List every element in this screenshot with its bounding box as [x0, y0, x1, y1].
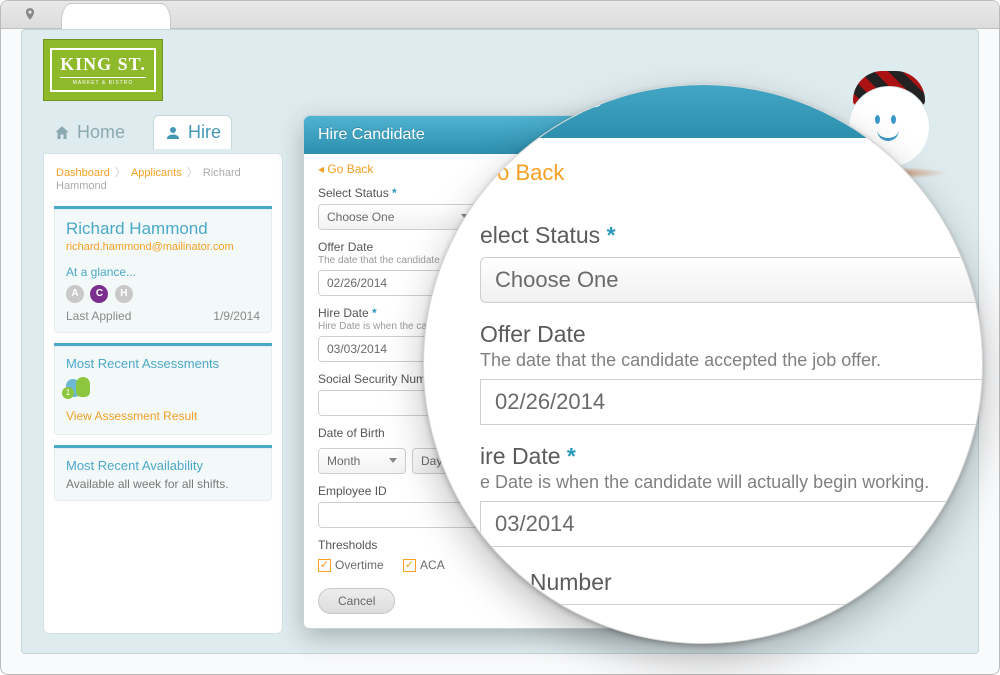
breadcrumb: Dashboard 〉 Applicants 〉 Richard Hammond	[44, 164, 282, 200]
badge-h: H	[115, 285, 133, 303]
zoom-hire-hint: e Date is when the candidate will actual…	[480, 472, 983, 493]
app-shell: KING ST. MARKET & BISTRO Home Hire Dashb…	[21, 29, 979, 654]
badge-a: A	[66, 285, 84, 303]
browser-tab[interactable]	[61, 3, 171, 29]
status-badges: A C H	[66, 283, 260, 303]
main-nav: Home Hire	[43, 115, 232, 149]
nav-hire[interactable]: Hire	[153, 115, 232, 149]
browser-tabbar	[1, 1, 999, 29]
home-icon	[53, 124, 71, 142]
availability-title: Most Recent Availability	[66, 458, 260, 473]
logo-subtitle: MARKET & BISTRO	[60, 77, 146, 86]
crumb-applicants[interactable]: Applicants	[131, 167, 182, 179]
nav-home-label: Home	[77, 122, 125, 143]
check-icon: ✓	[403, 559, 416, 572]
cancel-button[interactable]: Cancel	[318, 588, 395, 614]
company-logo: KING ST. MARKET & BISTRO	[43, 39, 163, 101]
assessments-title: Most Recent Assessments	[66, 356, 260, 371]
dob-month-select[interactable]: Month	[318, 448, 406, 474]
availability-text: Available all week for all shifts.	[66, 477, 260, 491]
applicant-name: Richard Hammond	[66, 219, 260, 239]
chevron-down-icon	[389, 458, 397, 463]
browser-frame: KING ST. MARKET & BISTRO Home Hire Dashb…	[0, 0, 1000, 675]
nav-home[interactable]: Home	[43, 116, 135, 149]
dob-month-value: Month	[327, 454, 360, 468]
overtime-checkbox[interactable]: ✓ Overtime	[318, 558, 384, 572]
view-assessment-link[interactable]: View Assessment Result	[66, 409, 197, 423]
zoom-ssn-label: urity Number	[480, 569, 983, 596]
zoom-status-select: Choose One	[480, 257, 983, 303]
crumb-dashboard[interactable]: Dashboard	[56, 167, 110, 179]
zoom-hire-label: ire Date	[480, 443, 983, 470]
applicant-card: Richard Hammond richard.hammond@mailinat…	[54, 206, 272, 333]
zoom-hire-input: 03/2014	[480, 501, 983, 547]
pin-icon	[23, 7, 37, 21]
zoom-offer-input: 02/26/2014	[480, 379, 983, 425]
status-value: Choose One	[327, 210, 394, 224]
zoom-lens: idate Go Back elect Status Choose One Of…	[423, 84, 983, 644]
logo-title: KING ST.	[60, 54, 146, 75]
zoom-dialog-title: idate	[423, 84, 983, 138]
go-back-link[interactable]: Go Back	[318, 162, 373, 176]
assessments-card: Most Recent Assessments 1 View Assessmen…	[54, 343, 272, 435]
person-icon	[164, 124, 182, 142]
zoom-go-back: Go Back	[480, 160, 564, 186]
last-applied-label: Last Applied	[66, 309, 131, 323]
glance-label: At a glance...	[66, 265, 260, 279]
nav-hire-label: Hire	[188, 122, 221, 143]
applicant-email[interactable]: richard.hammond@mailinator.com	[66, 241, 260, 253]
zoom-ssn-input	[480, 604, 983, 644]
left-panel: Dashboard 〉 Applicants 〉 Richard Hammond…	[43, 153, 283, 634]
zoom-offer-label: Offer Date	[480, 321, 983, 348]
zoom-status-label: elect Status	[480, 222, 983, 249]
assessment-badge-icon: 1	[66, 377, 96, 401]
check-icon: ✓	[318, 559, 331, 572]
overtime-label: Overtime	[335, 558, 384, 572]
badge-c: C	[90, 285, 108, 303]
availability-card: Most Recent Availability Available all w…	[54, 445, 272, 501]
zoom-offer-hint: The date that the candidate accepted the…	[480, 350, 983, 371]
last-applied-date: 1/9/2014	[213, 309, 260, 323]
